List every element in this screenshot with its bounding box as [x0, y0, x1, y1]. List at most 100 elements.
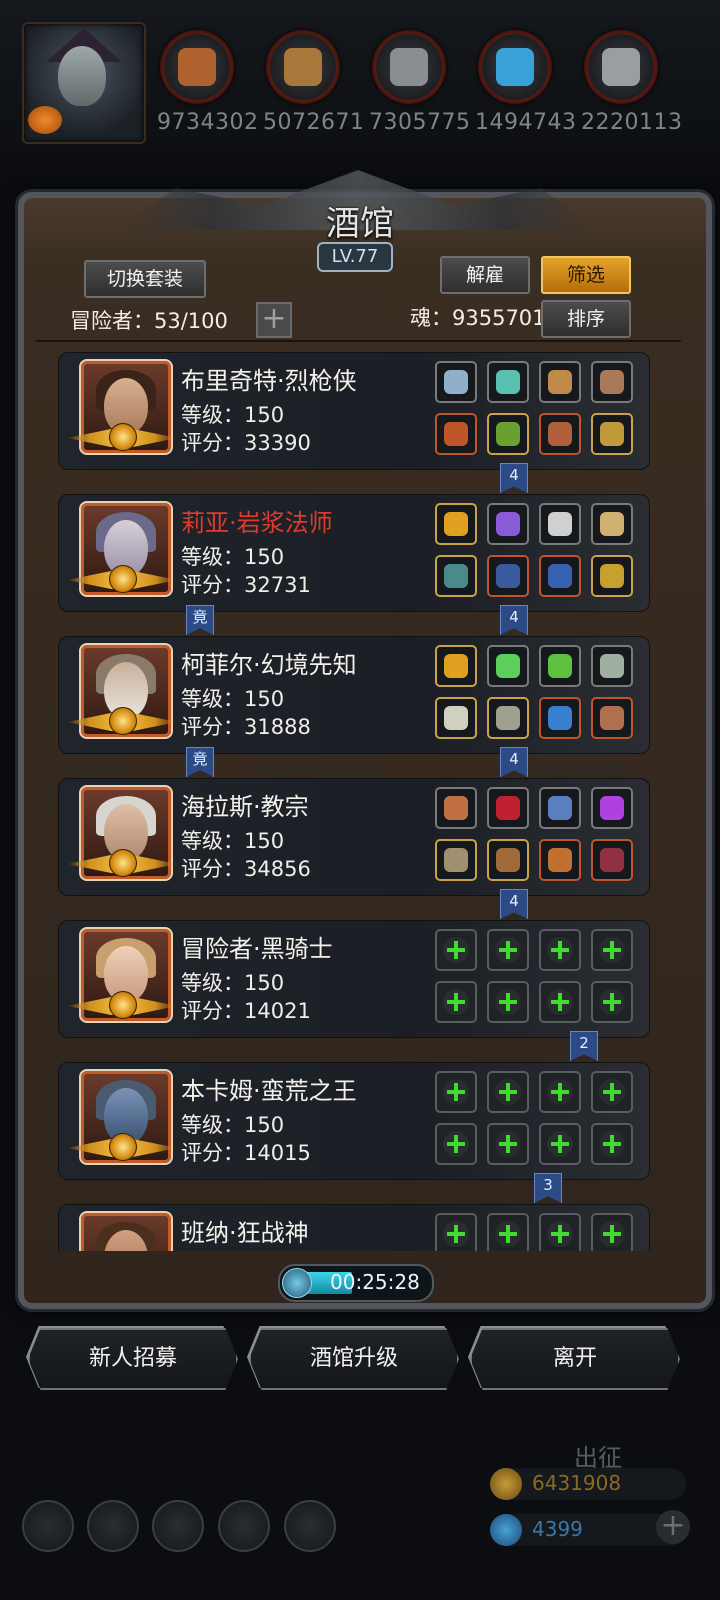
gear-slot[interactable] [487, 503, 529, 545]
gear-slot[interactable] [539, 839, 581, 881]
add-gear-icon [443, 1131, 469, 1157]
gear-slot[interactable] [539, 413, 581, 455]
empty-gear-slot[interactable] [487, 981, 529, 1023]
gear-slot[interactable] [487, 645, 529, 687]
gear-slot[interactable] [487, 787, 529, 829]
gear-slot[interactable] [435, 645, 477, 687]
gold-display: 6431908 [490, 1468, 686, 1500]
gear-slot[interactable] [487, 361, 529, 403]
gear-slot[interactable] [539, 645, 581, 687]
empty-gear-slot[interactable] [435, 929, 477, 971]
gear-slot[interactable] [591, 787, 633, 829]
gear-slot[interactable] [435, 787, 477, 829]
hero-list[interactable]: 布里奇特·烈枪侠 等级：150 评分：33390 4 莉亚·岩浆法师 等级：15… [36, 346, 686, 1251]
hero-card[interactable]: 布里奇特·烈枪侠 等级：150 评分：33390 [58, 352, 650, 470]
menu-round-button[interactable] [284, 1500, 336, 1552]
hero-card[interactable]: 本卡姆·蛮荒之王 等级：150 评分：14015 [58, 1062, 650, 1180]
gear-slot[interactable] [487, 555, 529, 597]
add-gear-icon [443, 989, 469, 1015]
empty-gear-slot[interactable] [435, 1123, 477, 1165]
empty-gear-slot[interactable] [435, 981, 477, 1023]
upgrade-tavern-button[interactable]: 酒馆升级 [249, 1328, 459, 1390]
hero-card[interactable]: 莉亚·岩浆法师 等级：150 评分：32731 [58, 494, 650, 612]
leave-button[interactable]: 离开 [470, 1328, 680, 1390]
gear-slot[interactable] [435, 503, 477, 545]
add-gem-button[interactable]: + [656, 1510, 690, 1544]
empty-gear-slot[interactable] [487, 929, 529, 971]
gear-slot[interactable] [539, 787, 581, 829]
empty-gear-slot[interactable] [591, 981, 633, 1023]
resource-crystal[interactable]: 1494743 [475, 30, 576, 135]
empty-gear-slot[interactable] [591, 1071, 633, 1113]
gear-slot[interactable] [591, 839, 633, 881]
gear-slot[interactable] [539, 503, 581, 545]
add-gear-icon [547, 1131, 573, 1157]
dismiss-button[interactable]: 解雇 [440, 256, 530, 294]
hero-card[interactable]: 冒险者·黑骑士 等级：150 评分：14021 [58, 920, 650, 1038]
empty-gear-slot[interactable] [487, 1071, 529, 1113]
add-gear-icon [443, 1079, 469, 1105]
sort-button[interactable]: 排序 [541, 300, 631, 338]
gear-slot[interactable] [539, 555, 581, 597]
gear-slot[interactable] [435, 555, 477, 597]
competitive-flag: 竟 [186, 747, 214, 777]
gear-slot[interactable] [591, 503, 633, 545]
add-gear-icon [443, 937, 469, 963]
gear-slot[interactable] [591, 645, 633, 687]
hero-portrait [79, 1211, 173, 1251]
resource-iron[interactable]: 7305775 [369, 30, 470, 135]
set-bonus-flag: 2 [570, 1031, 598, 1061]
recruit-button[interactable]: 新人招募 [28, 1328, 238, 1390]
gear-slot[interactable] [435, 413, 477, 455]
hero-card[interactable]: 柯菲尔·幻境先知 等级：150 评分：31888 [58, 636, 650, 754]
empty-gear-slot[interactable] [539, 1123, 581, 1165]
player-avatar[interactable] [22, 22, 146, 144]
gear-slot[interactable] [435, 839, 477, 881]
empty-gear-slot[interactable] [539, 929, 581, 971]
hero-name: 海拉斯·教宗 [181, 793, 309, 821]
hero-card[interactable]: 班纳·狂战神 [58, 1204, 650, 1251]
menu-round-button[interactable] [22, 1500, 74, 1552]
empty-gear-slot[interactable] [539, 1071, 581, 1113]
hero-score: 评分：33390 [181, 431, 311, 455]
empty-gear-slot[interactable] [487, 1213, 529, 1251]
empty-gear-slot[interactable] [591, 1123, 633, 1165]
hero-score: 评分：14021 [181, 999, 311, 1023]
gear-slot[interactable] [487, 697, 529, 739]
resource-ore[interactable]: 9734302 [157, 30, 258, 135]
gear-slot[interactable] [591, 413, 633, 455]
resource-wood[interactable]: 5072671 [263, 30, 364, 135]
empty-gear-slot[interactable] [435, 1213, 477, 1251]
switch-outfit-button[interactable]: 切换套装 [84, 260, 206, 298]
gear-slot[interactable] [435, 361, 477, 403]
metal-icon [584, 30, 658, 104]
gear-slot[interactable] [487, 839, 529, 881]
empty-gear-slot[interactable] [539, 981, 581, 1023]
iron-icon [372, 30, 446, 104]
wood-icon [266, 30, 340, 104]
gear-slot[interactable] [591, 697, 633, 739]
empty-gear-slot[interactable] [487, 1123, 529, 1165]
hero-level: 等级：150 [181, 971, 285, 995]
menu-round-button[interactable] [152, 1500, 204, 1552]
empty-gear-slot[interactable] [591, 1213, 633, 1251]
resource-metal[interactable]: 2220113 [581, 30, 682, 135]
pumpkin-icon [28, 106, 62, 134]
gear-slot[interactable] [591, 361, 633, 403]
empty-gear-slot[interactable] [435, 1071, 477, 1113]
empty-gear-slot[interactable] [591, 929, 633, 971]
hero-score: 评分：32731 [181, 573, 311, 597]
gear-slot[interactable] [539, 361, 581, 403]
empty-gear-slot[interactable] [539, 1213, 581, 1251]
page-title: 酒馆 [326, 204, 394, 244]
add-gear-icon [547, 1079, 573, 1105]
gear-slot[interactable] [435, 697, 477, 739]
gear-slot[interactable] [487, 413, 529, 455]
menu-round-button[interactable] [87, 1500, 139, 1552]
gear-slot[interactable] [591, 555, 633, 597]
hero-card[interactable]: 海拉斯·教宗 等级：150 评分：34856 [58, 778, 650, 896]
gear-slot[interactable] [539, 697, 581, 739]
add-adventurer-button[interactable]: + [256, 302, 292, 338]
menu-round-button[interactable] [218, 1500, 270, 1552]
filter-button[interactable]: 筛选 [541, 256, 631, 294]
